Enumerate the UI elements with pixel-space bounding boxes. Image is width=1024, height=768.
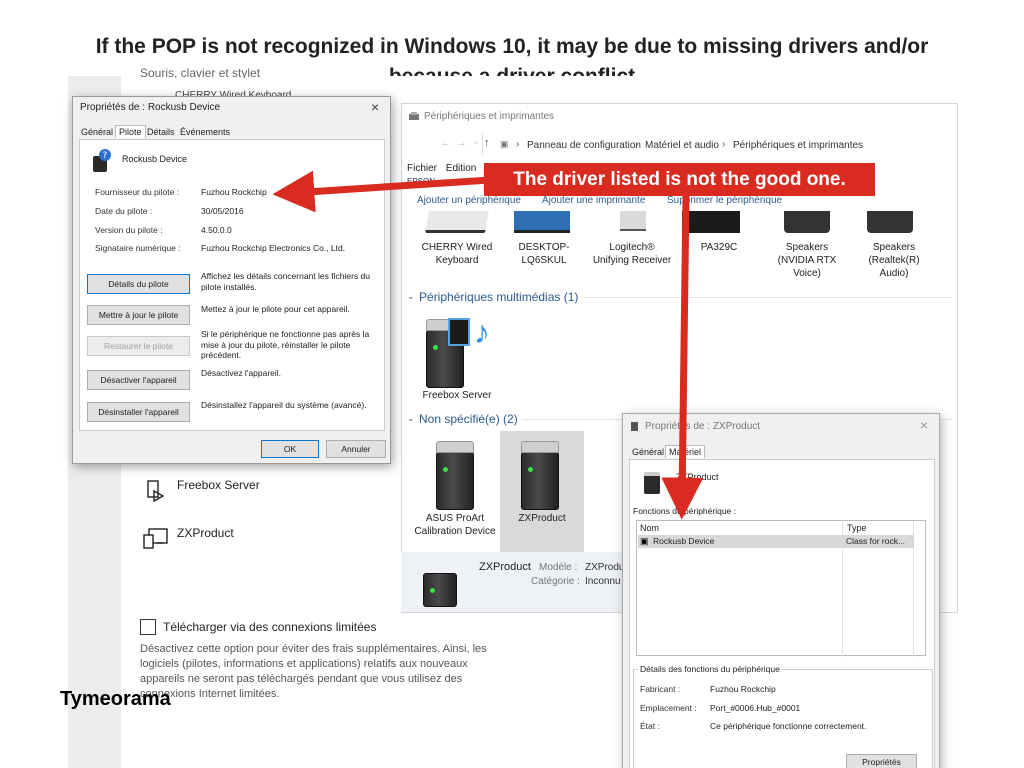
arrow-to-driver-provider xyxy=(272,170,491,213)
brand-logo-text: Tymeorama xyxy=(60,688,171,710)
annotation-arrows xyxy=(272,170,704,520)
arrow-to-rockusb-row xyxy=(661,195,704,520)
annotation-banner: The driver listed is not the good one. xyxy=(484,163,875,196)
